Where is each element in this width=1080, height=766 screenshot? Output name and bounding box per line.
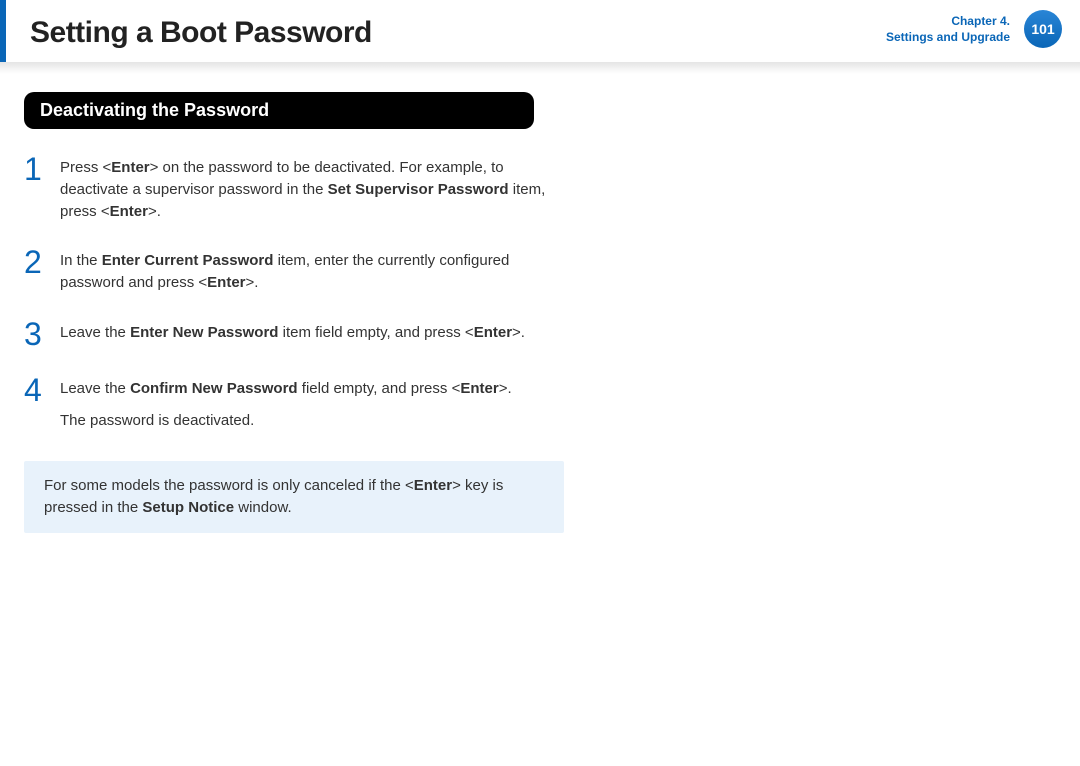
content-column: Deactivating the Password 1 Press <Enter… — [0, 92, 580, 533]
note-box: For some models the password is only can… — [24, 461, 564, 533]
step-number: 1 — [24, 153, 60, 185]
step-body: Press <Enter> on the password to be deac… — [60, 153, 556, 222]
page-header: Setting a Boot Password Chapter 4. Setti… — [0, 0, 1080, 62]
page-number-badge: 101 — [1024, 10, 1062, 48]
step-number: 2 — [24, 246, 60, 278]
step-4: 4 Leave the Confirm New Password field e… — [24, 374, 556, 432]
step-number: 4 — [24, 374, 60, 406]
step-extra: The password is deactivated. — [60, 410, 512, 432]
step-2: 2 In the Enter Current Password item, en… — [24, 246, 556, 294]
step-3: 3 Leave the Enter New Password item fiel… — [24, 318, 556, 350]
header-divider — [0, 62, 1080, 74]
chapter-info: Chapter 4. Settings and Upgrade — [886, 14, 1010, 45]
step-body: In the Enter Current Password item, ente… — [60, 246, 556, 294]
chapter-line2: Settings and Upgrade — [886, 30, 1010, 46]
step-text: Leave the Confirm New Password field emp… — [60, 380, 512, 397]
chapter-line1: Chapter 4. — [886, 14, 1010, 30]
step-body: Leave the Confirm New Password field emp… — [60, 374, 512, 432]
step-1: 1 Press <Enter> on the password to be de… — [24, 153, 556, 222]
step-body: Leave the Enter New Password item field … — [60, 318, 525, 344]
step-number: 3 — [24, 318, 60, 350]
section-title: Deactivating the Password — [24, 92, 534, 129]
